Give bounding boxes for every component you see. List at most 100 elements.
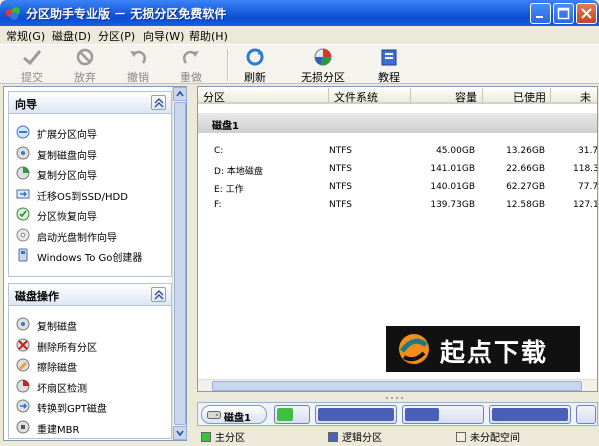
column-used[interactable]: 已使用 [513,89,546,105]
wizard-item-label: 扩展分区向导 [37,130,97,141]
disk-op-label: 擦除磁盘 [37,363,77,374]
disk-ops-collapse-button[interactable] [151,287,166,302]
column-capacity[interactable]: 容量 [455,89,477,105]
scroll-thumb[interactable] [174,102,186,425]
menu-general[interactable]: 常规(G) [6,28,45,44]
hard-disk-icon [207,411,221,419]
app-icon [6,7,20,20]
legend-primary-label: 主分区 [215,433,245,444]
disk-map-partition-extra[interactable] [576,405,596,424]
extend-partition-icon [16,125,30,139]
rebuild-mbr-icon [16,420,30,433]
disk-op-label: 重建MBR [37,424,80,436]
boot-disc-icon [16,228,30,241]
column-separator [328,88,329,102]
refresh-button[interactable]: 刷新 [228,47,282,84]
horizontal-scrollbar[interactable] [198,379,597,391]
menu-partition[interactable]: 分区(P) [98,28,135,44]
wizard-item-windows-to-go[interactable]: Windows To Go创建器 [9,245,171,266]
wizard-item-partition-recovery[interactable]: 分区恢复向导 [9,204,171,225]
watermark-text: 起点下载 [440,338,549,367]
disk-op-copy-disk[interactable]: 复制磁盘 [9,314,171,335]
wizard-item-migrate-os[interactable]: 迁移OS到SSD/HDD [9,184,171,205]
wizard-item-label: 迁移OS到SSD/HDD [37,191,128,203]
tutorial-button[interactable]: 教程 [362,47,416,84]
partition-usage-bar [492,408,568,421]
lossless-partition-label: 无损分区 [301,71,345,84]
window-title: 分区助手专业版 － 无损分区免费软件 [26,7,227,21]
refresh-icon [246,48,264,66]
pane-splitter[interactable] [197,393,598,402]
disk-op-delete-all[interactable]: 删除所有分区 [9,335,171,356]
column-separator [550,88,551,102]
close-icon [581,8,592,19]
close-button[interactable] [576,3,597,24]
partition-usage-bar [277,408,293,421]
migrate-os-icon [16,189,30,198]
column-partition[interactable]: 分区 [203,89,225,105]
column-filesystem[interactable]: 文件系统 [334,89,378,105]
disk-ops-items: 复制磁盘 删除所有分区 擦除磁盘 坏扇区检测 转换到GPT磁盘 重建MBR [9,306,171,437]
wizard-collapse-button[interactable] [151,95,166,110]
grip-icon [386,397,403,399]
disk-map-partition-c[interactable] [274,405,310,424]
column-free[interactable]: 未 [580,89,591,105]
horizontal-scroll-thumb[interactable] [212,381,582,391]
wizard-item-copy-disk[interactable]: 复制磁盘向导 [9,143,171,164]
menu-help[interactable]: 帮助(H) [189,28,228,44]
left-scrollbar[interactable] [172,87,187,440]
disk-map-partition-e[interactable] [402,405,484,424]
legend: 主分区 逻辑分区 未分配空间 [197,426,598,444]
disk-group-row[interactable]: 磁盘1 [198,113,597,133]
scroll-down-button[interactable] [173,426,187,440]
cell-free: 127.1 [573,200,598,210]
minimize-button[interactable] [530,3,551,24]
disk-op-bad-sector[interactable]: 坏扇区检测 [9,376,171,397]
maximize-button[interactable] [553,3,574,24]
disk-map-disk[interactable]: 磁盘1 [201,405,267,424]
cell-capacity: 141.01GB [430,164,475,174]
disk-op-label: 坏扇区检测 [37,383,87,395]
discard-label: 放弃 [74,71,96,84]
cell-capacity: 139.73GB [430,200,475,210]
wizard-item-copy-partition[interactable]: 复制分区向导 [9,163,171,184]
cell-capacity: 140.01GB [430,182,475,192]
cell-used: 62.27GB [506,182,545,192]
menu-disk[interactable]: 磁盘(D) [52,28,91,44]
commit-icon [23,50,42,66]
table-row[interactable]: C: NTFS 45.00GB 13.26GB 31.7 [198,143,597,161]
redo-button[interactable]: 重做 [164,47,218,84]
legend-unallocated: 未分配空间 [456,429,520,444]
disk-map-partition-f[interactable] [489,405,571,424]
arrow-up-icon [176,90,184,97]
arrow-down-icon [176,430,184,437]
cell-free: 118.3 [573,164,598,174]
wizard-item-label: Windows To Go创建器 [37,253,143,264]
wizard-panel-header: 向导 [9,92,171,114]
cell-free: 31.7 [578,146,598,156]
cell-free: 77.7 [578,182,598,192]
scroll-up-button[interactable] [173,87,187,101]
undo-button[interactable]: 撤销 [111,47,165,84]
wizard-panel: 向导 扩展分区向导 复制磁盘向导 复制分区向导 迁移OS到SSD/HDD 分区恢… [8,91,172,277]
table-row[interactable]: E: 工作 NTFS 140.01GB 62.27GB 77.7 [198,179,597,197]
disk-op-wipe-disk[interactable]: 擦除磁盘 [9,355,171,376]
commit-button[interactable]: 提交 [5,47,59,84]
wizard-item-extend-partition[interactable]: 扩展分区向导 [9,122,171,143]
tutorial-label: 教程 [378,71,400,84]
discard-button[interactable]: 放弃 [58,47,112,84]
wizard-panel-title: 向导 [15,98,37,111]
disk-ops-panel: 磁盘操作 复制磁盘 删除所有分区 擦除磁盘 坏扇区检测 转换到GPT磁盘 重建M… [8,283,172,439]
delete-all-icon [16,338,30,351]
menu-wizard[interactable]: 向导(W) [143,28,184,44]
cell-partition: E: 工作 [214,185,244,195]
minimize-icon [536,16,543,18]
disk-map-partition-d[interactable] [315,405,397,424]
table-row[interactable]: F: NTFS 139.73GB 12.58GB 127.1 [198,197,597,215]
lossless-partition-button[interactable]: 无损分区 [296,47,350,84]
disk-op-convert-gpt[interactable]: 转换到GPT磁盘 [9,396,171,417]
legend-primary: 主分区 [201,429,245,444]
table-row[interactable]: D: 本地磁盘 NTFS 141.01GB 22.66GB 118.3 [198,161,597,179]
wizard-item-boot-disc[interactable]: 启动光盘制作向导 [9,225,171,246]
disk-op-rebuild-mbr[interactable]: 重建MBR [9,417,171,438]
